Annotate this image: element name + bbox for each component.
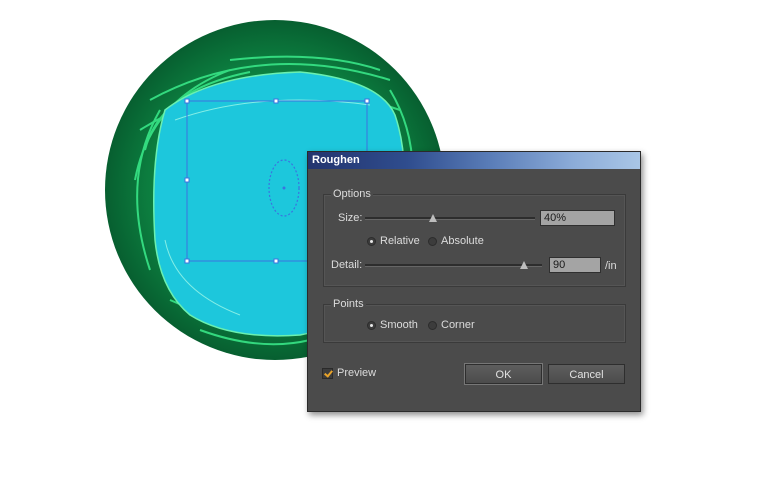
detail-unit: /in xyxy=(605,260,617,272)
relative-label[interactable]: Relative xyxy=(380,235,420,247)
options-group-label: Options xyxy=(331,188,373,200)
ok-button[interactable]: OK xyxy=(465,364,542,384)
size-label: Size: xyxy=(338,212,363,224)
corner-radio[interactable] xyxy=(428,321,437,330)
relative-radio[interactable] xyxy=(367,237,376,246)
preview-label[interactable]: Preview xyxy=(337,367,376,379)
absolute-radio[interactable] xyxy=(428,237,437,246)
preview-checkbox[interactable] xyxy=(322,368,333,379)
roughen-dialog: Roughen Options Size: 40% Relative Absol… xyxy=(307,151,641,412)
center-point xyxy=(282,186,286,190)
corner-label[interactable]: Corner xyxy=(441,319,475,331)
points-group-label: Points xyxy=(331,298,366,310)
size-field[interactable]: 40% xyxy=(540,210,615,226)
smooth-radio[interactable] xyxy=(367,321,376,330)
absolute-label[interactable]: Absolute xyxy=(441,235,484,247)
size-slider-thumb[interactable] xyxy=(429,214,437,222)
detail-slider-thumb[interactable] xyxy=(520,261,529,269)
dialog-title: Roughen xyxy=(312,154,360,166)
detail-label: Detail: xyxy=(331,259,363,271)
detail-field[interactable]: 90 xyxy=(549,257,601,273)
size-slider-track[interactable] xyxy=(365,217,535,220)
detail-slider-track[interactable] xyxy=(365,264,542,267)
smooth-label[interactable]: Smooth xyxy=(380,319,418,331)
dialog-titlebar[interactable]: Roughen xyxy=(308,152,640,169)
cancel-button[interactable]: Cancel xyxy=(548,364,625,384)
